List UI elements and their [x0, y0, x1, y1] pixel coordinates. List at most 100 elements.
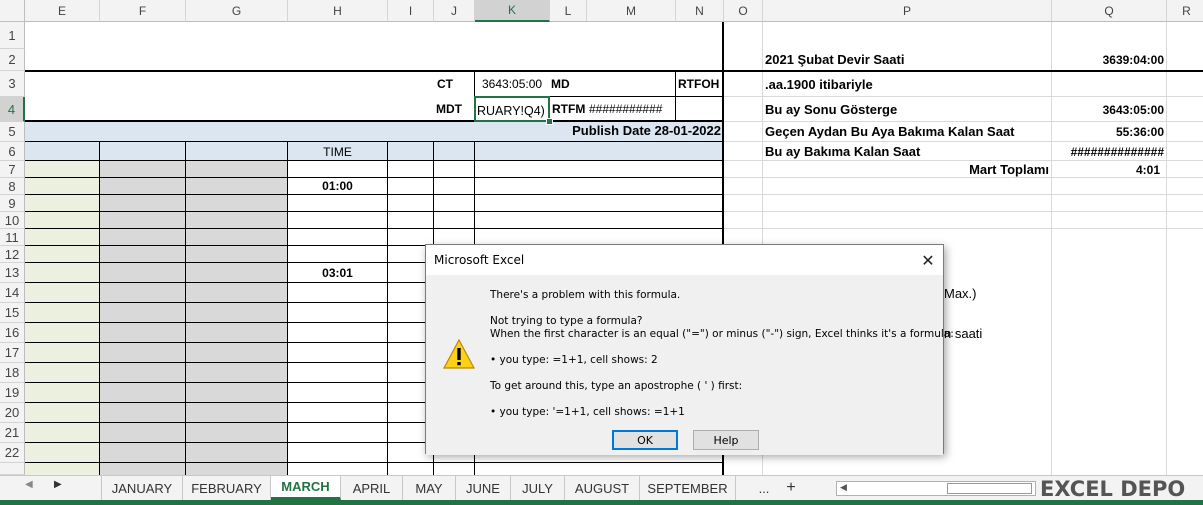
row-header-13[interactable]: 13: [0, 263, 25, 283]
row-header-6[interactable]: 6: [0, 142, 25, 161]
column-header-r[interactable]: R: [1167, 0, 1203, 22]
row-header-23: [0, 463, 25, 475]
formula-error-dialog[interactable]: Microsoft Excel ✕ There's a problem with…: [425, 244, 954, 455]
column-header-e[interactable]: E: [25, 0, 100, 22]
scroll-tabs-right-icon[interactable]: ▶: [54, 479, 62, 490]
row-header-18[interactable]: 18: [0, 363, 25, 383]
column-f-grey-fill: [100, 161, 186, 475]
row-header-2[interactable]: 2: [0, 49, 25, 71]
active-cell-selection: [474, 96, 550, 122]
fill-handle[interactable]: [546, 118, 553, 125]
right-value-row2[interactable]: 3639:04:00: [1052, 52, 1164, 68]
column-header-i[interactable]: I: [388, 0, 434, 22]
column-header-n[interactable]: N: [676, 0, 724, 22]
more-tabs-button[interactable]: ...: [752, 476, 776, 500]
dialog-message-line2: Not trying to type a formula?: [490, 315, 643, 327]
right-label-row3: .aa.1900 itibariyle: [765, 77, 873, 92]
gridline: [724, 160, 1203, 161]
border: [25, 194, 723, 195]
column-header-o[interactable]: O: [724, 0, 763, 22]
row-header-21[interactable]: 21: [0, 423, 25, 443]
border: [25, 211, 723, 212]
rtfm-label: RTFM: [552, 102, 586, 116]
tab-june[interactable]: JUNE: [456, 476, 511, 500]
border: [185, 142, 186, 475]
right-label-row5: Geçen Aydan Bu Aya Bakıma Kalan Saat: [765, 124, 1015, 139]
right-value-row4[interactable]: 3643:05:00: [1052, 102, 1164, 118]
close-icon[interactable]: ✕: [913, 245, 943, 275]
tab-april[interactable]: APRIL: [341, 476, 403, 500]
dialog-body: There's a problem with this formula. Not…: [426, 275, 954, 455]
column-e-green-fill: [25, 161, 100, 475]
row-header-3[interactable]: 3: [0, 71, 25, 97]
scroll-left-icon[interactable]: ◀: [840, 482, 847, 493]
column-header-q[interactable]: Q: [1052, 0, 1167, 22]
partial-text-row14: Max.): [944, 286, 977, 301]
publish-date-text: Publish Date 28-01-2022: [572, 123, 721, 138]
row-header-9[interactable]: 9: [0, 195, 25, 212]
dialog-message-line4: • you type: =1+1, cell shows: 2: [490, 354, 658, 366]
gridline: [1051, 22, 1052, 475]
column-header-h[interactable]: H: [288, 0, 388, 22]
border: [25, 228, 723, 229]
rtfm-value-cell[interactable]: ###########: [589, 101, 662, 117]
row-header-4[interactable]: 4: [0, 97, 25, 122]
horizontal-scrollbar[interactable]: ◀: [836, 481, 1036, 496]
row-header-14[interactable]: 14: [0, 283, 25, 303]
dialog-title-bar[interactable]: Microsoft Excel ✕: [426, 245, 943, 275]
row-header-12[interactable]: 12: [0, 246, 25, 263]
time-cell-h8[interactable]: 01:00: [288, 178, 387, 194]
row-header-11[interactable]: 11: [0, 229, 25, 246]
dialog-message-line3: When the first character is an equal ("=…: [490, 328, 954, 340]
right-value-row7[interactable]: 4:01: [1052, 162, 1160, 178]
ct-value-cell[interactable]: 3643:05:00: [482, 76, 542, 92]
row-header-10[interactable]: 10: [0, 212, 25, 229]
row-header-8[interactable]: 8: [0, 178, 25, 195]
border: [387, 142, 388, 475]
excel-depo-logo: EXCEL DEPO: [1040, 476, 1203, 501]
row-header-16[interactable]: 16: [0, 323, 25, 343]
warning-icon: [442, 338, 476, 369]
row-header-5[interactable]: 5: [0, 122, 25, 142]
md-label: MD: [551, 77, 570, 91]
ok-button[interactable]: OK: [612, 430, 678, 450]
help-button[interactable]: Help: [693, 430, 759, 450]
column-header-p[interactable]: P: [763, 0, 1052, 22]
row-header-22[interactable]: 22: [0, 443, 25, 463]
row-header-7[interactable]: 7: [0, 161, 25, 178]
column-header-l[interactable]: L: [550, 0, 587, 22]
border: [25, 141, 723, 142]
row-header-17[interactable]: 17: [0, 343, 25, 363]
scroll-tabs-left-icon[interactable]: ◀: [25, 479, 33, 490]
time-header: TIME: [323, 145, 352, 159]
row-header-20[interactable]: 20: [0, 403, 25, 423]
column-header-m[interactable]: M: [587, 0, 676, 22]
row-header-1[interactable]: 1: [0, 22, 25, 49]
right-value-row5[interactable]: 55:36:00: [1052, 124, 1164, 140]
column-header-f[interactable]: F: [100, 0, 186, 22]
sheet-tab-bar: ◀ ▶ JANUARY FEBRUARY MARCH APRIL MAY JUN…: [0, 475, 1203, 501]
tab-may[interactable]: MAY: [403, 476, 456, 500]
tab-march[interactable]: MARCH: [271, 476, 341, 500]
add-sheet-icon[interactable]: +: [781, 476, 801, 500]
tab-july[interactable]: JULY: [511, 476, 565, 500]
tab-january[interactable]: JANUARY: [101, 476, 183, 500]
select-all-corner[interactable]: [0, 0, 25, 22]
right-label-row4: Bu ay Sonu Gösterge: [765, 102, 898, 117]
tab-august[interactable]: AUGUST: [565, 476, 640, 500]
row-header-19[interactable]: 19: [0, 383, 25, 403]
column-header-g[interactable]: G: [186, 0, 288, 22]
dialog-message-line1: There's a problem with this formula.: [490, 289, 681, 301]
scrollbar-thumb[interactable]: [947, 483, 1032, 494]
time-cell-h13[interactable]: 03:01: [288, 265, 387, 281]
column-header-k[interactable]: K: [475, 0, 550, 22]
tab-february[interactable]: FEBRUARY: [183, 476, 271, 500]
gridline: [724, 121, 1203, 122]
column-header-j[interactable]: J: [434, 0, 475, 22]
right-label-row7: Mart Toplamı: [969, 162, 1049, 177]
tab-september[interactable]: SEPTEMBER: [640, 476, 736, 500]
right-value-row6[interactable]: ##############: [1052, 144, 1164, 160]
logo-text: EXCEL DEPO: [1040, 476, 1186, 501]
dialog-message-line5: To get around this, type an apostrophe (…: [490, 380, 743, 392]
row-header-15[interactable]: 15: [0, 303, 25, 323]
